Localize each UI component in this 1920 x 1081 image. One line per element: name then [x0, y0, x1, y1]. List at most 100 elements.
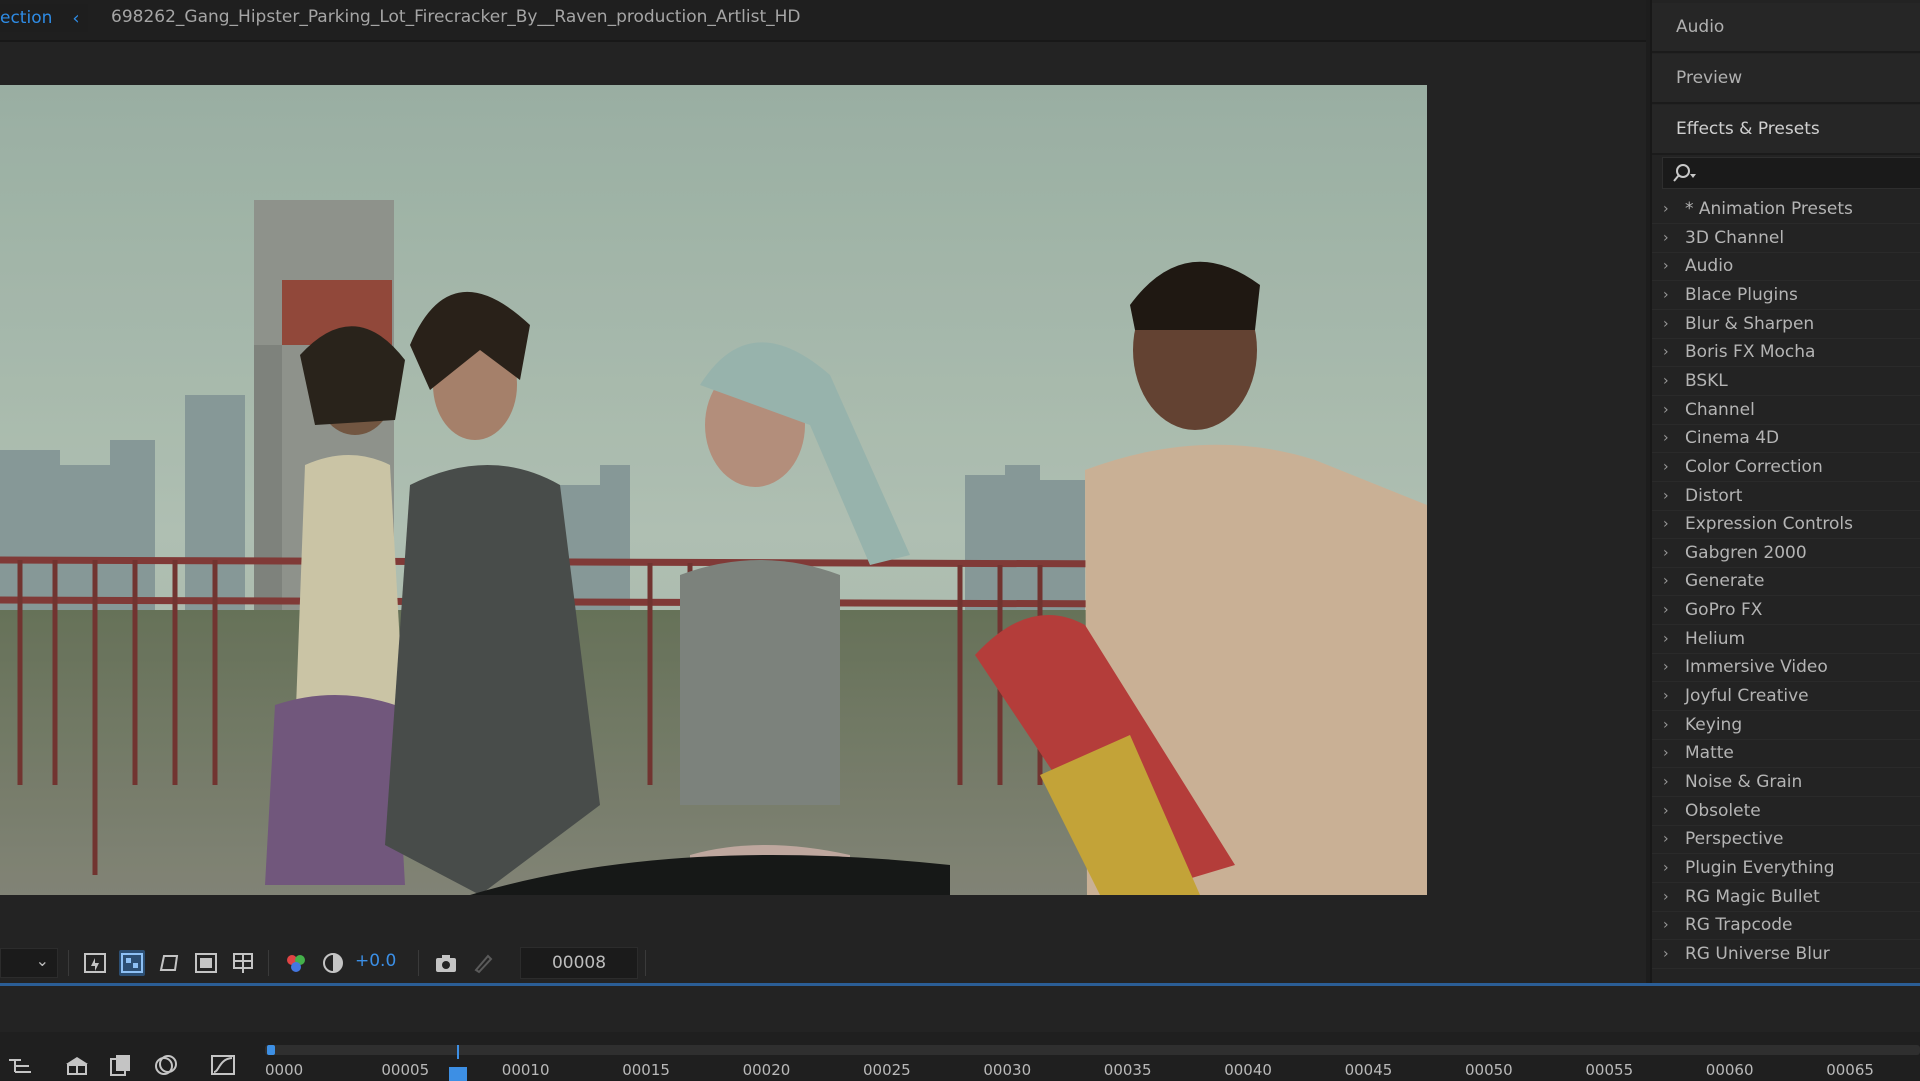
effects-category-item[interactable]: › RG Magic Bullet [1652, 883, 1920, 912]
playhead-handle[interactable] [448, 1067, 467, 1081]
effects-category-label: Immersive Video [1685, 657, 1828, 678]
chevron-right-icon[interactable]: › [1663, 659, 1675, 675]
effects-category-item[interactable]: › RG Trapcode [1652, 911, 1920, 941]
chevron-right-icon[interactable]: › [1663, 516, 1675, 532]
effects-category-item[interactable]: › Blur & Sharpen [1652, 310, 1920, 339]
chevron-right-icon[interactable]: › [1663, 316, 1675, 332]
chevron-right-icon[interactable]: › [1663, 631, 1675, 647]
effects-category-item[interactable]: › Plugin Everything [1652, 854, 1920, 883]
effects-category-item[interactable]: › Helium [1652, 625, 1920, 654]
composition-flowchart-icon[interactable] [6, 1052, 36, 1078]
effects-category-label: GoPro FX [1685, 600, 1763, 621]
effects-category-item[interactable]: › Boris FX Mocha [1652, 338, 1920, 368]
effects-category-item[interactable]: › * Animation Presets [1652, 195, 1920, 224]
chevron-left-icon[interactable]: ‹ [72, 8, 79, 29]
effects-category-label: Color Correction [1685, 456, 1823, 477]
fast-previews-icon[interactable] [82, 950, 108, 976]
toolbar-separator [418, 950, 419, 976]
chevron-right-icon[interactable]: › [1663, 803, 1675, 819]
chevron-right-icon[interactable]: › [1663, 917, 1675, 933]
composition-title: 698262_Gang_Hipster_Parking_Lot_Firecrac… [111, 7, 801, 27]
effects-category-item[interactable]: › Channel [1652, 396, 1920, 425]
chevron-right-icon[interactable]: › [1663, 573, 1675, 589]
chevron-right-icon[interactable]: › [1663, 430, 1675, 446]
work-area-bar[interactable] [265, 1045, 1920, 1055]
graph-editor-icon[interactable] [208, 1052, 238, 1078]
effects-search-input[interactable] [1662, 157, 1920, 189]
audio-panel-header[interactable]: Audio [1652, 3, 1920, 53]
effects-category-item[interactable]: › Cinema 4D [1652, 424, 1920, 454]
effects-category-item[interactable]: › GoPro FX [1652, 596, 1920, 626]
chevron-right-icon[interactable]: › [1663, 201, 1675, 217]
chevron-right-icon[interactable]: › [1663, 488, 1675, 504]
chevron-right-icon[interactable]: › [1663, 688, 1675, 704]
effects-category-item[interactable]: › Immersive Video [1652, 653, 1920, 683]
preview-panel-header[interactable]: Preview [1652, 54, 1920, 104]
show-snapshot-icon[interactable] [470, 950, 496, 976]
effects-category-item[interactable]: › RG Universe Blur [1652, 940, 1920, 969]
color-channels-icon[interactable] [283, 950, 309, 976]
current-frame-field[interactable]: 00008 [520, 947, 638, 979]
ruler-tick-label: 00060 [1705, 1061, 1754, 1079]
effects-category-item[interactable]: › Expression Controls [1652, 510, 1920, 540]
effects-category-label: Cinema 4D [1685, 428, 1780, 449]
grid-and-guides-icon[interactable] [230, 950, 256, 976]
chevron-right-icon[interactable]: › [1663, 860, 1675, 876]
effects-category-item[interactable]: › Blace Plugins [1652, 281, 1920, 310]
composition-viewer[interactable] [0, 85, 1427, 895]
chevron-right-icon[interactable]: › [1663, 344, 1675, 360]
effects-category-item[interactable]: › Keying [1652, 711, 1920, 740]
chevron-right-icon[interactable]: › [1663, 373, 1675, 389]
ruler-tick-label: 00030 [983, 1061, 1032, 1079]
effects-category-item[interactable]: › BSKL [1652, 367, 1920, 396]
effects-category-label: Blace Plugins [1685, 284, 1798, 305]
draft-3d-icon[interactable] [62, 1052, 92, 1078]
effects-category-item[interactable]: › Matte [1652, 739, 1920, 769]
chevron-right-icon[interactable]: › [1663, 287, 1675, 303]
effects-category-item[interactable]: › Audio [1652, 252, 1920, 282]
work-area-start-handle[interactable] [267, 1045, 275, 1055]
composition-tab[interactable]: ection ‹ [0, 4, 88, 32]
effects-category-item[interactable]: › Noise & Grain [1652, 768, 1920, 797]
effects-category-label: BSKL [1685, 370, 1728, 391]
chevron-right-icon[interactable]: › [1663, 745, 1675, 761]
effects-category-item[interactable]: › Gabgren 2000 [1652, 539, 1920, 568]
time-ruler[interactable]: 0000 00005 00010 00015 00020 00025 00030 00035 0… [265, 1045, 1920, 1081]
chevron-right-icon[interactable]: › [1663, 889, 1675, 905]
magnification-dropdown[interactable]: ⌄ [0, 948, 58, 978]
effects-list: › * Animation Presets › 3D Channel › Audio › Bl… [1652, 195, 1920, 983]
motion-blur-icon[interactable] [151, 1052, 181, 1078]
chevron-right-icon[interactable]: › [1663, 717, 1675, 733]
chevron-right-icon[interactable]: › [1663, 602, 1675, 618]
reset-exposure-icon[interactable] [320, 950, 346, 976]
region-of-interest-icon[interactable] [193, 950, 219, 976]
effects-category-item[interactable]: › Generate [1652, 567, 1920, 597]
chevron-right-icon[interactable]: › [1663, 230, 1675, 246]
chevron-right-icon[interactable]: › [1663, 459, 1675, 475]
effects-category-item[interactable]: › Distort [1652, 482, 1920, 511]
frame-blending-icon[interactable] [106, 1052, 136, 1078]
effects-category-item[interactable]: › Perspective [1652, 825, 1920, 855]
chevron-right-icon[interactable]: › [1663, 402, 1675, 418]
mask-path-visibility-icon[interactable] [156, 950, 182, 976]
chevron-right-icon[interactable]: › [1663, 258, 1675, 274]
effects-category-item[interactable]: › Obsolete [1652, 797, 1920, 826]
composition-tab-label: ection [0, 8, 53, 28]
camera-snapshot-icon[interactable] [433, 950, 459, 976]
effects-category-item[interactable]: › 3D Channel [1652, 224, 1920, 253]
right-panel: Audio Preview Effects & Presets › * Anima… [1650, 0, 1920, 983]
effects-category-item[interactable]: › Joyful Creative [1652, 682, 1920, 712]
search-icon [1673, 164, 1696, 182]
exposure-value[interactable]: +0.0 [355, 951, 396, 971]
chevron-right-icon[interactable]: › [1663, 831, 1675, 847]
video-frame-image [0, 85, 1427, 895]
chevron-right-icon[interactable]: › [1663, 545, 1675, 561]
chevron-right-icon[interactable]: › [1663, 946, 1675, 962]
effects-presets-panel-header[interactable]: Effects & Presets [1652, 105, 1920, 155]
effects-category-label: Noise & Grain [1685, 772, 1803, 792]
chevron-right-icon[interactable]: › [1663, 774, 1675, 790]
transparency-grid-icon[interactable] [119, 950, 145, 976]
effects-category-label: Channel [1685, 399, 1755, 420]
effects-category-item[interactable]: › Color Correction [1652, 453, 1920, 482]
effects-category-label: Boris FX Mocha [1685, 342, 1816, 363]
